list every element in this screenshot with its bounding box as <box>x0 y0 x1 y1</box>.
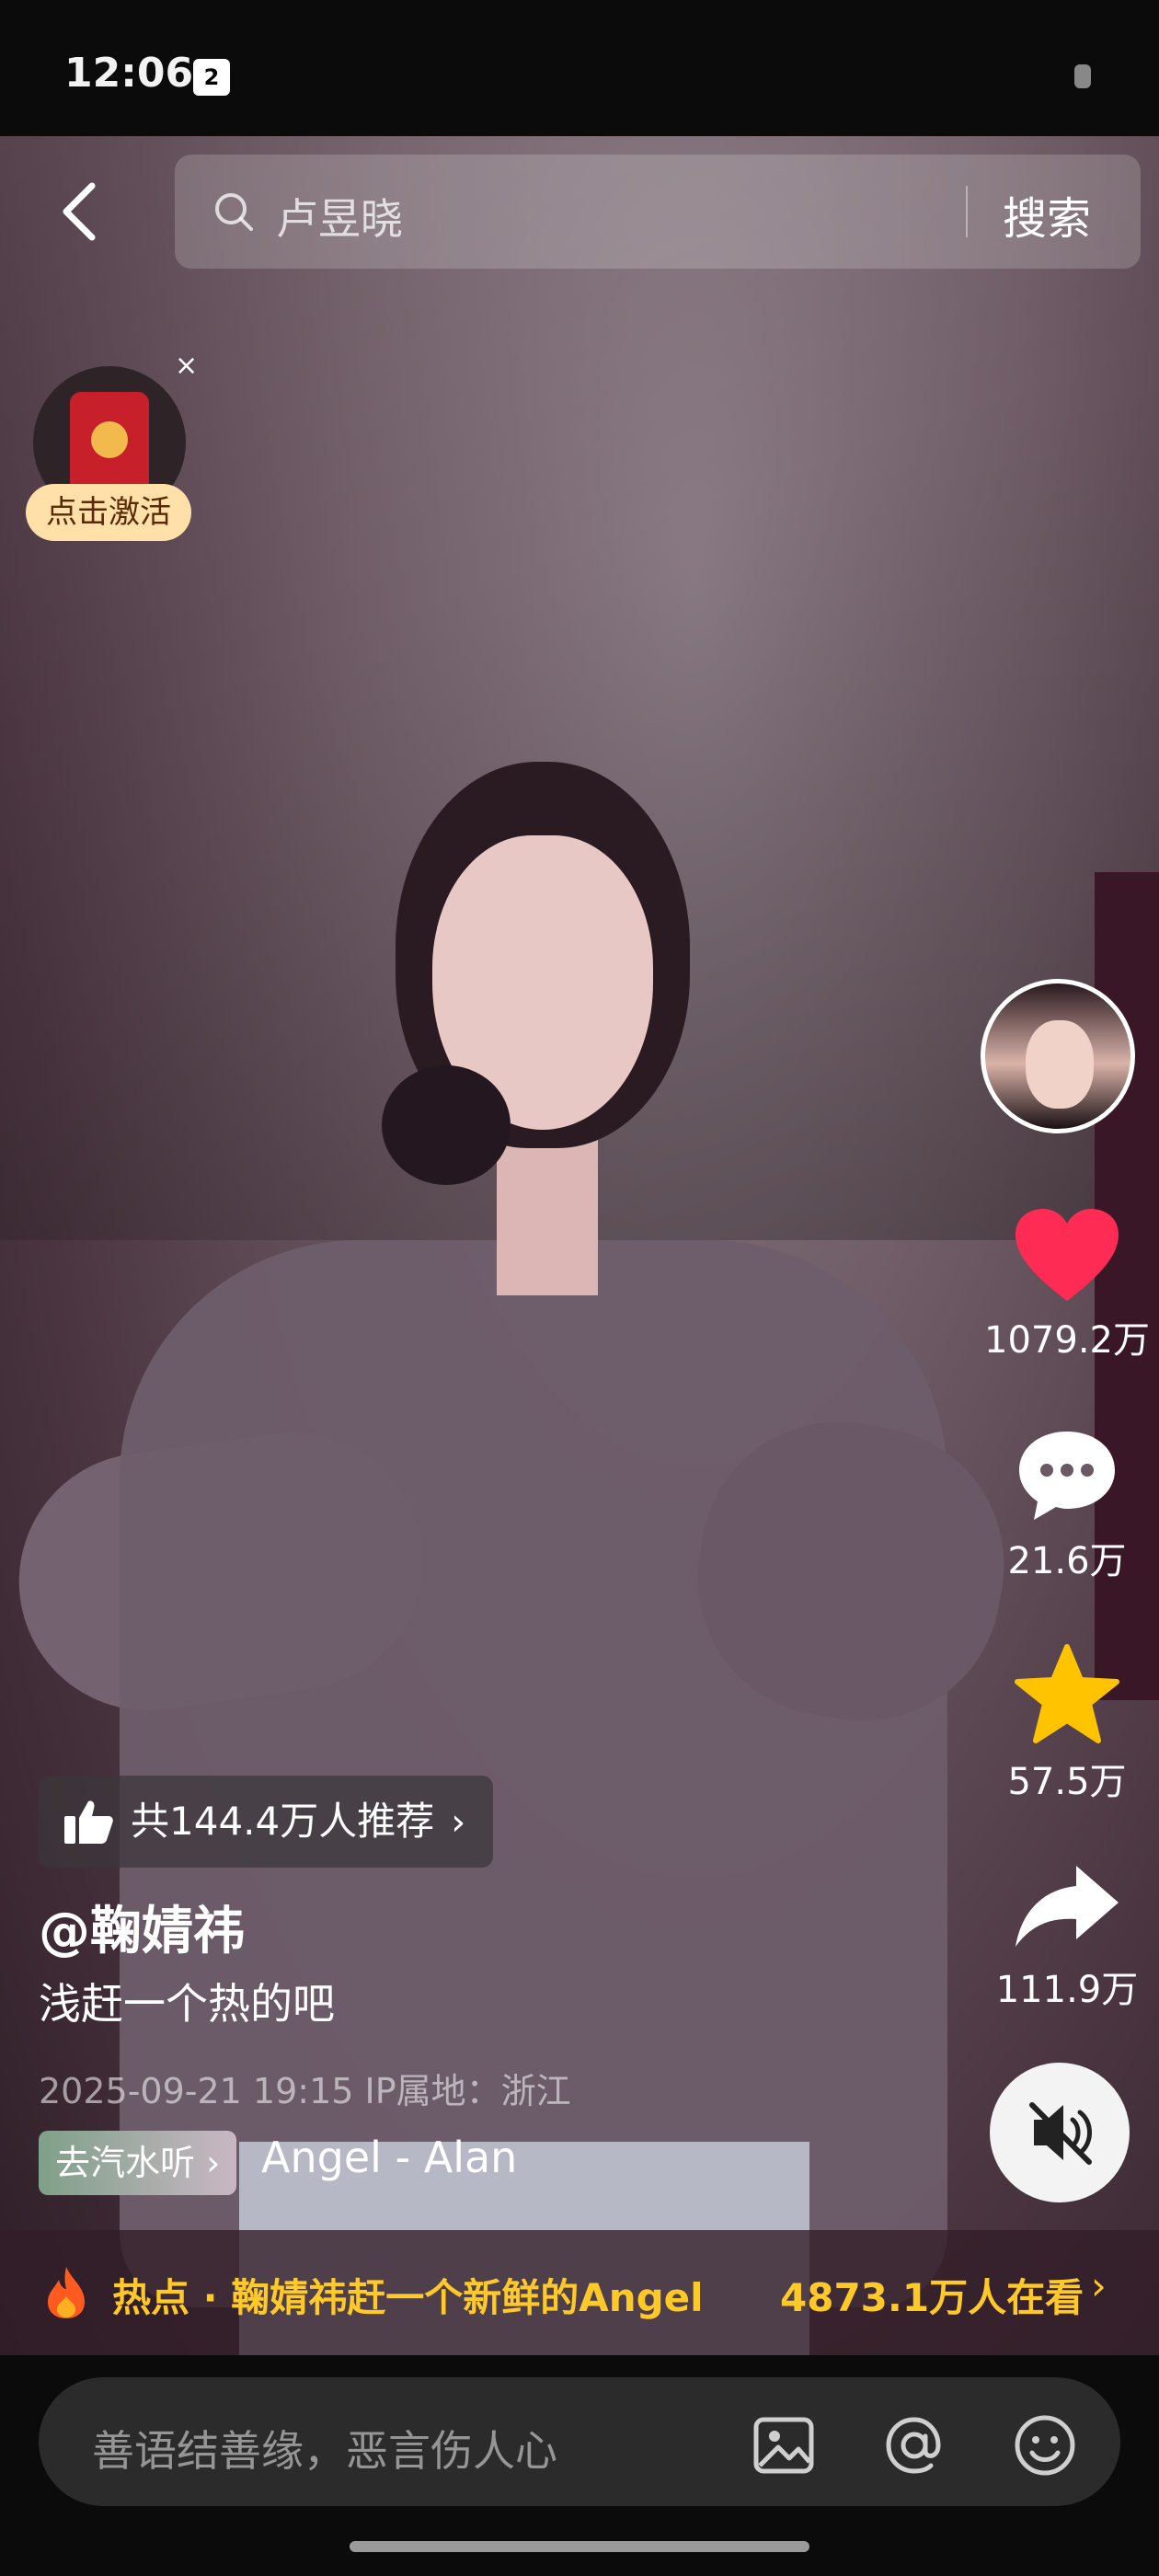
emoji-icon[interactable] <box>1008 2409 1082 2482</box>
chevron-right-icon: › <box>1091 2263 1107 2308</box>
close-icon[interactable]: × <box>175 350 198 382</box>
search-query: 卢昱晓 <box>276 194 403 244</box>
comment-count: 21.6万 <box>1007 1540 1127 1582</box>
mute-button[interactable] <box>990 2063 1130 2202</box>
comment-icon <box>1019 1432 1115 1520</box>
post-caption: 浅赶一个热的吧 <box>39 1979 335 2029</box>
red-envelope-seal <box>91 421 128 458</box>
author-avatar[interactable] <box>981 979 1135 1133</box>
hot-topic-viewers: 4873.1万人在看 <box>780 2275 1084 2320</box>
hot-topic-label: 热点 · 鞠婧祎赶一个新鲜的Angel <box>112 2275 704 2320</box>
image-icon[interactable] <box>747 2409 820 2482</box>
author-name[interactable]: @鞠婧祎 <box>39 1890 245 1964</box>
star-icon <box>1015 1644 1119 1743</box>
video-figure-bun <box>382 1065 511 1185</box>
status-bar: 12:06 2 <box>0 0 1159 136</box>
status-indicator-icon <box>1074 64 1091 88</box>
chevron-left-icon <box>63 182 96 241</box>
search-input[interactable]: 卢昱晓 搜索 <box>175 155 1141 269</box>
heart-icon <box>1016 1209 1119 1301</box>
calendar-icon: 2 <box>193 59 230 96</box>
comment-placeholder: 善语结善缘，恶言伤人心 <box>92 2426 557 2476</box>
share-arrow-icon <box>1016 1866 1119 1947</box>
red-packet-label: 点击激活 <box>26 484 191 541</box>
share-button[interactable]: 111.9万 <box>975 1858 1159 2013</box>
like-count: 1079.2万 <box>984 1319 1150 1362</box>
avatar-face <box>1026 1020 1094 1109</box>
home-indicator[interactable] <box>350 2541 809 2552</box>
speaker-muted-icon <box>1029 2102 1092 2165</box>
comment-input[interactable]: 善语结善缘，恶言伤人心 <box>39 2377 1120 2506</box>
status-time: 12:06 <box>64 50 194 97</box>
favorite-count: 57.5万 <box>1007 1761 1127 1803</box>
music-name[interactable]: Angel - Alan <box>261 2133 517 2182</box>
at-mention-icon[interactable] <box>878 2409 951 2482</box>
flame-icon <box>48 2267 85 2318</box>
video-player[interactable]: 卢昱晓 搜索 点击激活 × 1079.2万 21.6万 57.5万 111.9万… <box>0 136 1159 2355</box>
calendar-day: 2 <box>203 64 220 90</box>
search-divider <box>966 186 968 237</box>
thumbs-up-icon <box>64 1800 113 1844</box>
red-packet-promo[interactable]: 点击激活 <box>26 366 191 550</box>
like-button[interactable]: 1079.2万 <box>975 1205 1159 1363</box>
comment-button[interactable]: 21.6万 <box>975 1426 1159 1584</box>
hot-topic-bar[interactable]: 热点 · 鞠婧祎赶一个新鲜的Angel 4873.1万人在看 › <box>0 2230 1159 2355</box>
back-button[interactable] <box>53 175 109 248</box>
recommend-pill[interactable]: 共144.4万人推荐 › <box>39 1776 494 1868</box>
post-meta: 2025-09-21 19:15 IP属地：浙江 <box>39 2071 571 2111</box>
music-source-tag[interactable]: 去汽水听 › <box>39 2131 237 2195</box>
search-icon <box>215 193 253 231</box>
share-count: 111.9万 <box>995 1969 1139 2011</box>
recommend-text: 共144.4万人推荐 <box>131 1799 435 1844</box>
chevron-right-icon: › <box>451 1801 466 1844</box>
search-button[interactable]: 搜索 <box>1003 182 1091 247</box>
favorite-button[interactable]: 57.5万 <box>975 1643 1159 1805</box>
